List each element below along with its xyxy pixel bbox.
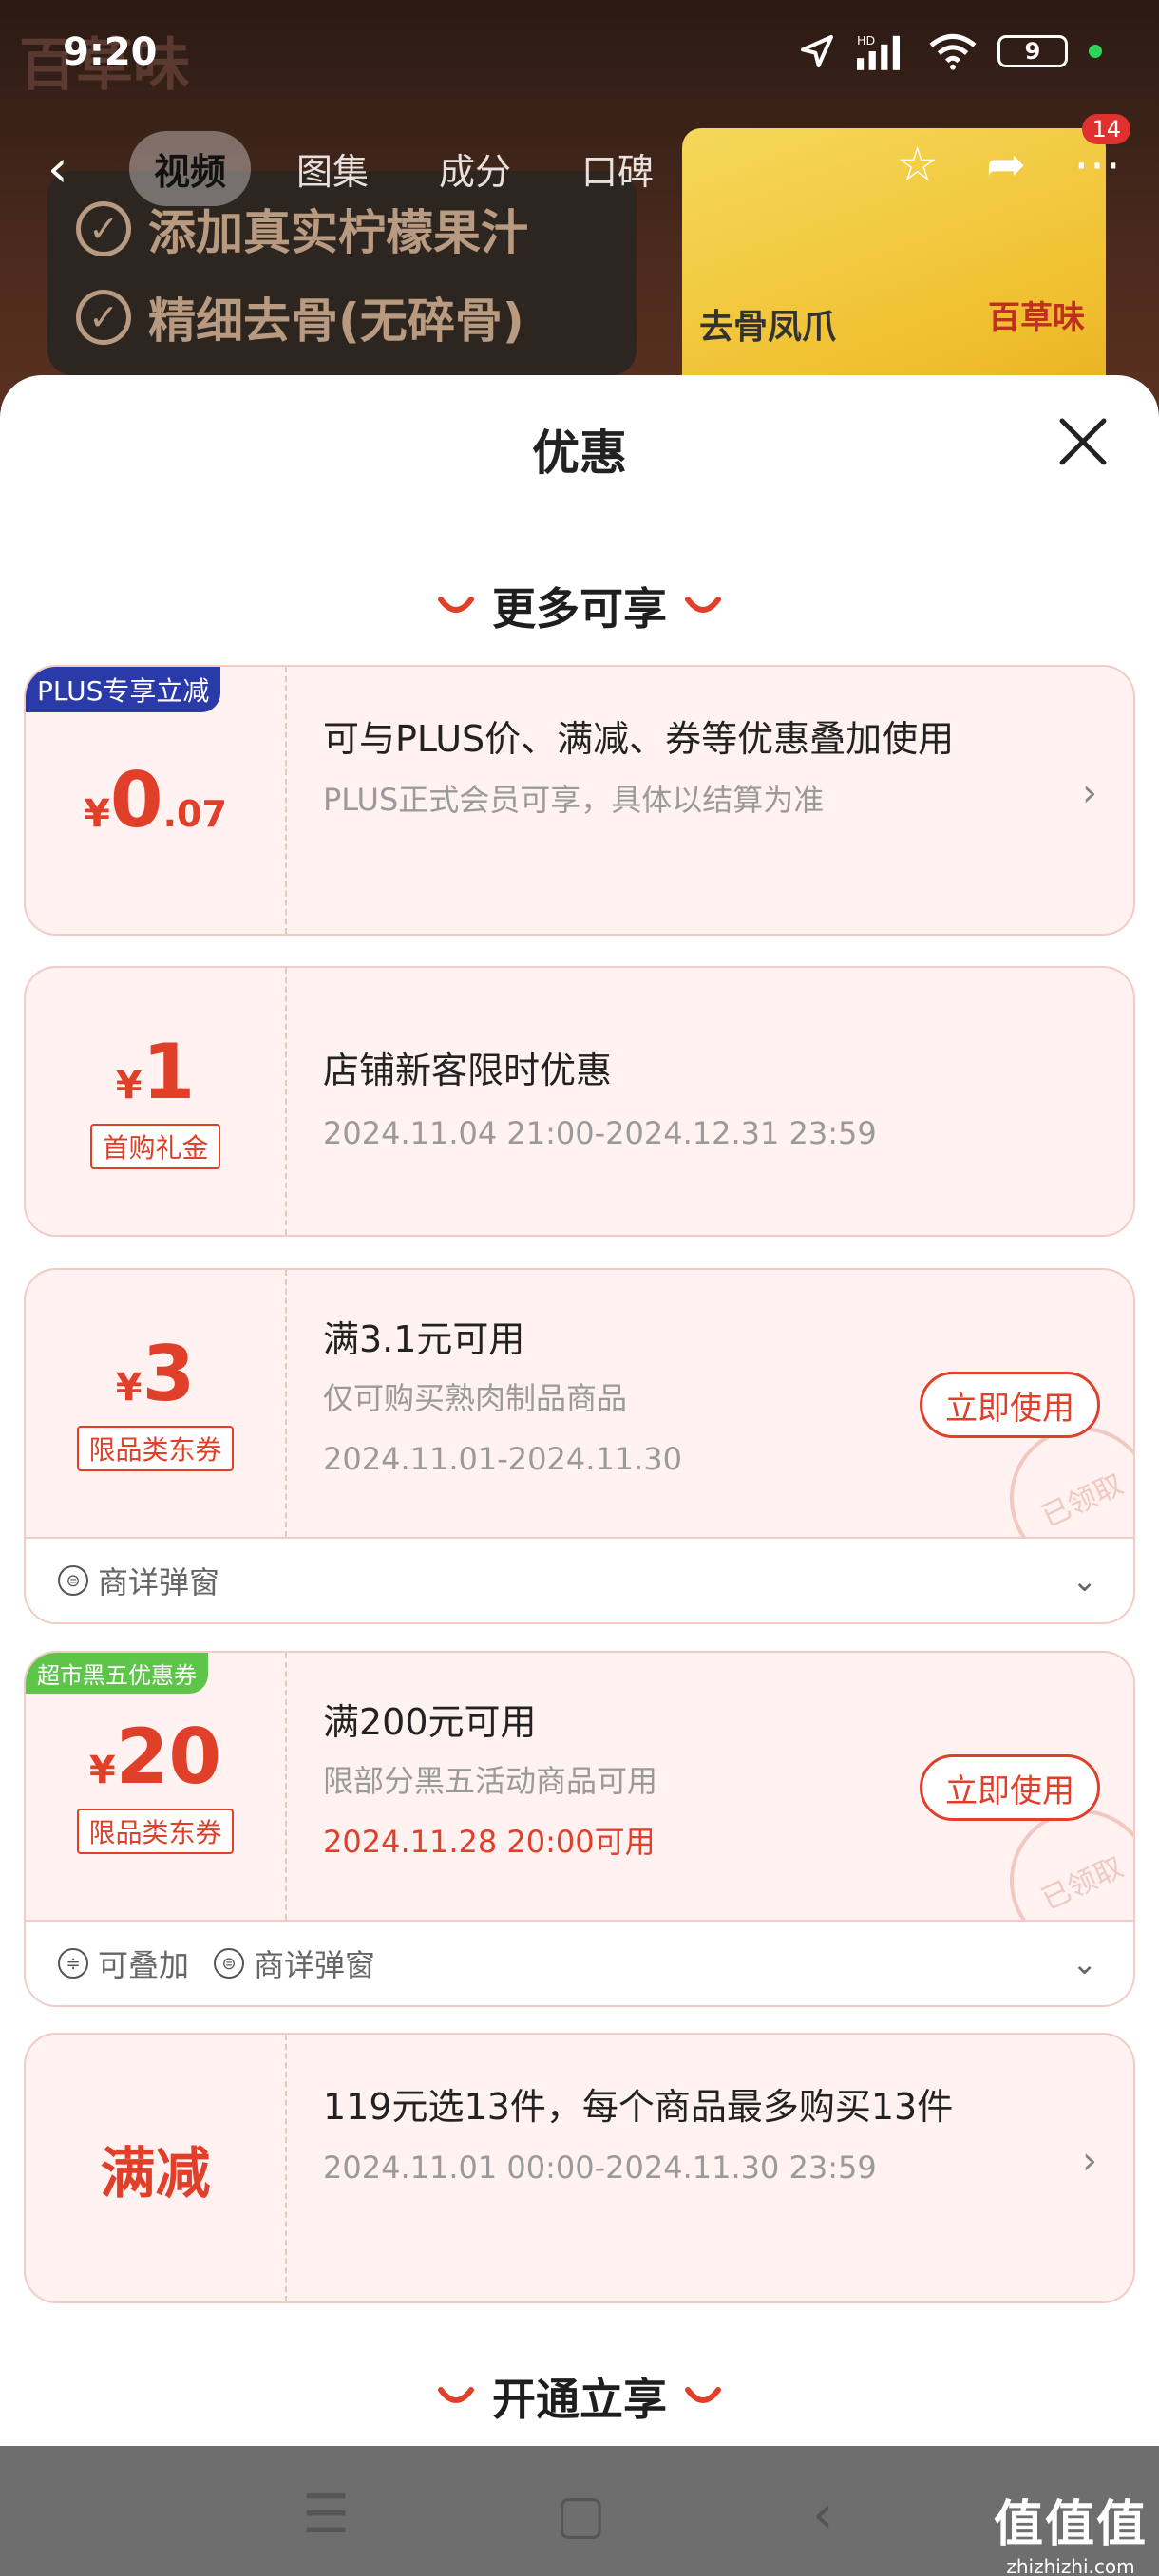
coupon-type-tag: 首购礼金 xyxy=(90,1123,220,1169)
privacy-indicator-icon xyxy=(1089,45,1102,58)
card-date: 2024.11.01 00:00-2024.11.30 23:59 xyxy=(323,2150,877,2186)
tab-ingredients[interactable]: 成分 xyxy=(414,131,536,206)
discount-amount: ¥1 xyxy=(115,1027,196,1116)
svg-text:HD: HD xyxy=(857,33,875,47)
back-icon[interactable]: ‹ xyxy=(812,2484,833,2546)
back-icon[interactable]: ‹ xyxy=(48,139,68,199)
menu-icon[interactable]: ☰ xyxy=(302,2484,350,2546)
plus-tag: PLUS专享立减 xyxy=(26,667,221,712)
section-more-header: 更多可享 xyxy=(0,575,1159,637)
more-icon[interactable]: ⋯ xyxy=(1074,137,1121,192)
discount-amount: ¥0.07 xyxy=(84,755,227,844)
coupon-20-footer[interactable]: ≑ 可叠加 ⊜ 商详弹窗 ⌄ xyxy=(24,1922,1135,2007)
check-icon: ✓ xyxy=(76,290,131,345)
smile-icon xyxy=(438,597,474,613)
smile-icon xyxy=(438,2387,474,2403)
ticket-icon: ⊜ xyxy=(214,1948,245,1979)
sheet-title: 优惠 xyxy=(532,426,627,481)
coupon-3-card: ¥3 限品类东券 满3.1元可用 仅可购买熟肉制品商品 2024.11.01-2… xyxy=(24,1268,1135,1539)
card-title: 可与PLUS价、满减、券等优惠叠加使用 xyxy=(323,718,955,760)
chevron-down-icon: ⌄ xyxy=(1072,1563,1097,1599)
section-open-title: 开通立享 xyxy=(492,2374,667,2425)
footer-label: 商详弹窗 xyxy=(98,1564,220,1601)
card-title: 满200元可用 xyxy=(323,1701,537,1743)
full-reduction-label: 满减 xyxy=(100,2140,211,2206)
card-date: 2024.11.04 21:00-2024.12.31 23:59 xyxy=(323,1115,877,1151)
stack-icon: ≑ xyxy=(58,1948,88,1979)
banner-line: 精细去骨(无碎骨) xyxy=(148,294,524,349)
location-icon xyxy=(801,35,833,67)
discount-amount: ¥3 xyxy=(115,1329,196,1418)
card-date: 2024.11.28 20:00可用 xyxy=(323,1824,656,1860)
section-open-header: 开通立享 xyxy=(0,2365,1159,2428)
black-friday-tag: 超市黑五优惠券 xyxy=(26,1653,208,1694)
new-customer-card[interactable]: ¥1 首购礼金 店铺新客限时优惠 2024.11.04 21:00-2024.1… xyxy=(24,966,1135,1237)
smile-icon xyxy=(685,597,721,613)
coupon-type-tag: 限品类东券 xyxy=(77,1425,234,1471)
signal-icon: HD xyxy=(857,33,900,70)
plus-discount-card[interactable]: ¥0.07 PLUS专享立减 可与PLUS价、满减、券等优惠叠加使用 PLUS正… xyxy=(24,665,1135,936)
full-reduction-card[interactable]: 满减 119元选13件，每个商品最多购买13件 2024.11.01 00:00… xyxy=(24,2033,1135,2303)
star-icon[interactable]: ☆ xyxy=(896,137,939,192)
smile-icon xyxy=(685,2387,721,2403)
tab-reviews[interactable]: 口碑 xyxy=(557,131,678,206)
tab-gallery[interactable]: 图集 xyxy=(272,131,393,206)
share-icon[interactable]: ➦ xyxy=(986,137,1026,192)
use-now-button[interactable]: 立即使用 xyxy=(920,1372,1100,1438)
product-name: 去骨凤爪 xyxy=(699,308,837,347)
check-icon: ✓ xyxy=(76,201,131,256)
watermark-logo: 值值值 xyxy=(993,2496,1148,2553)
card-title: 119元选13件，每个商品最多购买13件 xyxy=(323,2086,954,2128)
card-subtitle: PLUS正式会员可享，具体以结算为准 xyxy=(323,782,825,818)
card-title: 店铺新客限时优惠 xyxy=(323,1050,613,1091)
status-time: 9:20 xyxy=(63,30,158,74)
message-count-badge: 14 xyxy=(1082,114,1130,144)
tab-video[interactable]: 视频 xyxy=(129,131,252,206)
chevron-right-icon: › xyxy=(1082,771,1097,815)
status-bar: 百草味 9:20 HD 9 xyxy=(0,0,1159,104)
home-icon[interactable]: ▢ xyxy=(556,2484,606,2546)
card-date: 2024.11.01-2024.11.30 xyxy=(323,1441,682,1477)
section-more-title: 更多可享 xyxy=(492,583,667,635)
coupon-type-tag: 限品类东券 xyxy=(77,1808,234,1854)
chevron-down-icon: ⌄ xyxy=(1072,1945,1097,1981)
watermark: 值值值 zhizhizhi.com xyxy=(994,2484,1148,2576)
discount-amount: ¥20 xyxy=(88,1712,222,1801)
card-title: 满3.1元可用 xyxy=(323,1318,525,1360)
system-nav-bar: ☰ ▢ ‹ xyxy=(0,2446,1159,2576)
coupon-20-card: ¥20 限品类东券 超市黑五优惠券 满200元可用 限部分黑五活动商品可用 20… xyxy=(24,1651,1135,1922)
battery-icon: 9 xyxy=(998,35,1068,67)
close-icon[interactable] xyxy=(1054,413,1112,470)
wifi-icon xyxy=(929,33,977,70)
coupon-3-footer[interactable]: ⊜ 商详弹窗 ⌄ xyxy=(24,1539,1135,1624)
footer-label: 商详弹窗 xyxy=(254,1947,376,1983)
product-brand: 百草味 xyxy=(988,299,1085,337)
ticket-icon: ⊜ xyxy=(58,1565,88,1596)
use-now-button[interactable]: 立即使用 xyxy=(920,1754,1100,1821)
footer-label: 可叠加 xyxy=(98,1947,190,1983)
product-nav: ‹ 视频 图集 成分 口碑 ☆ ➦ ⋯ 14 xyxy=(0,114,1159,209)
discount-sheet: 优惠 更多可享 ¥0.07 PLUS专享立减 可与PLUS价、满减、券等优惠叠加… xyxy=(0,375,1159,2446)
watermark-url: zhizhizhi.com xyxy=(1006,2555,1135,2576)
chevron-right-icon: › xyxy=(1082,2139,1097,2183)
